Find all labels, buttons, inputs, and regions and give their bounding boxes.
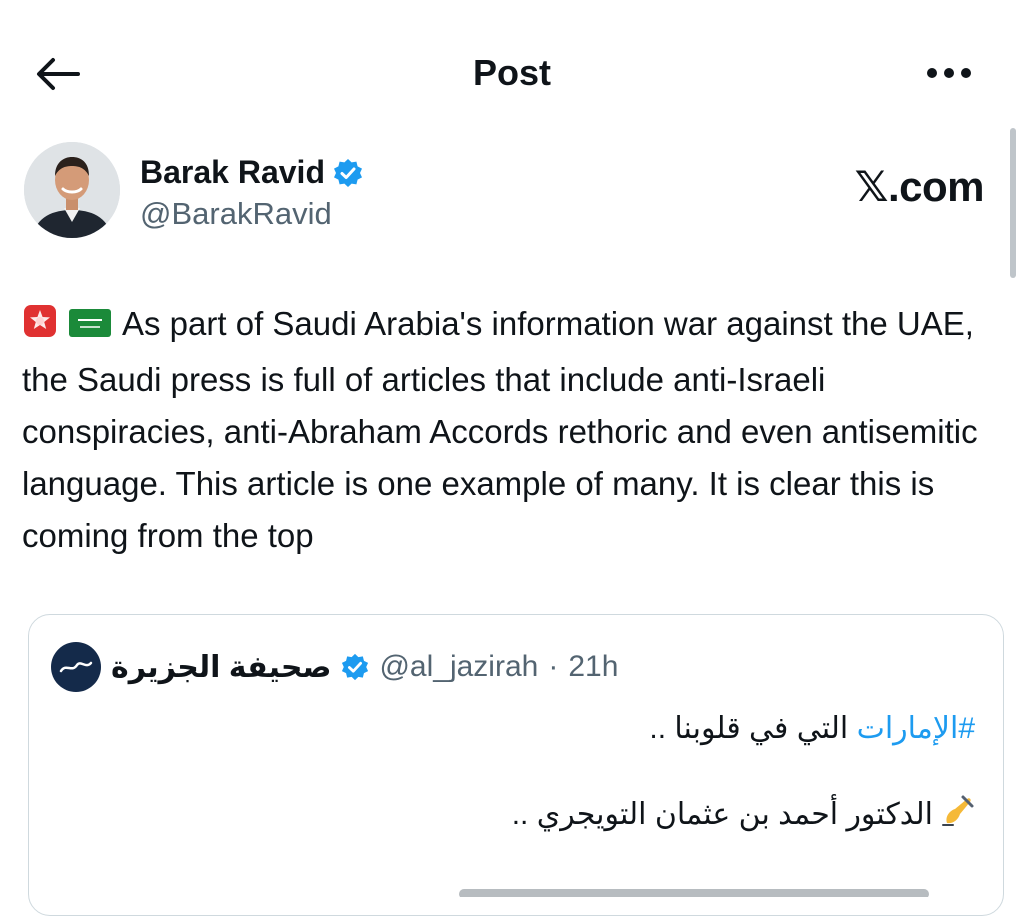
author-handle[interactable]: @BarakRavid [140,196,332,232]
scrollbar[interactable] [1010,128,1016,278]
quoted-post-header: صحيفة الجزيرة @al_jazirah · 21h [51,639,618,695]
meta-separator: · [548,650,559,683]
author-name-row[interactable]: Barak Ravid [140,154,363,191]
post-author: Barak Ravid @BarakRavid 𝕏.com [24,142,985,242]
hashtag-link[interactable]: #الإمارات [857,712,975,745]
more-button[interactable] [924,58,974,88]
writing-hand-emoji [941,793,975,835]
page-title: Post [472,52,551,93]
quoted-text-author: الدكتور أحمد بن عثمان التويجري .. [511,797,933,831]
more-horizontal-icon [927,68,971,78]
quoted-text-line-3-partial [429,867,969,897]
author-name[interactable]: Barak Ravid [140,154,325,191]
saudi-arabia-flag-emoji [68,302,112,354]
x-com-watermark: 𝕏.com [854,163,985,210]
quoted-author-handle[interactable]: @al_jazirah [379,650,538,684]
quoted-text-rest: التي في قلوبنا .. [649,712,857,745]
post-body: As part of Saudi Arabia's information wa… [22,298,1002,562]
quoted-text-line-2: الدكتور أحمد بن عثمان التويجري .. [512,793,975,835]
quoted-post-card[interactable]: صحيفة الجزيرة @al_jazirah · 21h #الإمارا… [28,614,1004,916]
verified-badge-icon [333,158,362,187]
post-text: As part of Saudi Arabia's information wa… [22,305,978,554]
quoted-text-line-1: #الإمارات التي في قلوبنا .. [649,711,975,746]
avatar[interactable] [24,142,120,238]
top-bar: Post [0,0,1024,140]
verified-badge-icon [342,653,369,681]
rotating-light-emoji [22,302,58,354]
quoted-timestamp[interactable]: 21h [568,650,618,684]
quoted-avatar[interactable] [51,642,101,692]
quoted-author-name[interactable]: صحيفة الجزيرة [111,650,331,685]
